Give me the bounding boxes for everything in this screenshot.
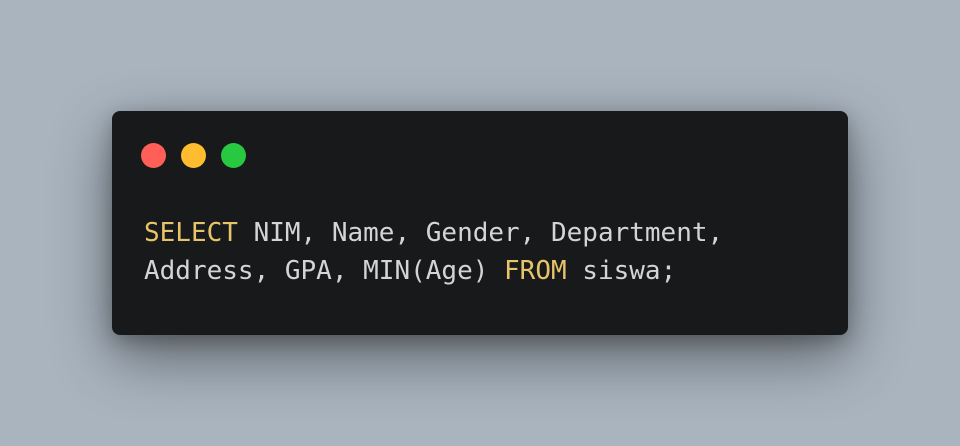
- maximize-dot-icon[interactable]: [221, 143, 246, 168]
- code-line2-post: siswa;: [566, 256, 677, 286]
- keyword-select: SELECT: [144, 218, 238, 248]
- window-controls: [141, 143, 246, 168]
- code-line2-pre: Address, GPA, MIN(Age): [144, 256, 505, 286]
- keyword-from: FROM: [504, 256, 567, 286]
- code-line1-rest: NIM, Name, Gender, Department,: [237, 218, 724, 248]
- code-window: SELECT NIM, Name, Gender, Department, Ad…: [112, 111, 848, 335]
- minimize-dot-icon[interactable]: [181, 143, 206, 168]
- code-block: SELECT NIM, Name, Gender, Department, Ad…: [144, 214, 723, 290]
- close-dot-icon[interactable]: [141, 143, 166, 168]
